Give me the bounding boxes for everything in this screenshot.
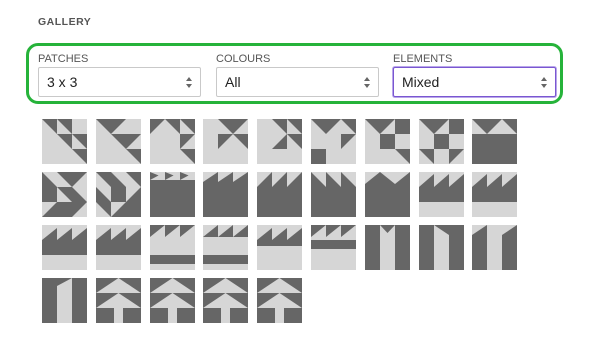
elements-filter: ELEMENTS Mixed	[393, 53, 556, 97]
gallery-thumbnail[interactable]	[203, 172, 249, 217]
gallery-thumbnail[interactable]	[257, 119, 303, 164]
gallery-thumbnail[interactable]	[311, 172, 356, 217]
gallery-thumbnail[interactable]	[257, 172, 303, 217]
select-arrows-icon	[364, 77, 370, 88]
gallery-thumbnail[interactable]	[149, 172, 195, 217]
colours-filter: COLOURS All	[216, 53, 379, 97]
gallery-thumbnail[interactable]	[257, 278, 303, 323]
gallery-thumbnail[interactable]	[472, 225, 518, 270]
gallery-thumbnail[interactable]	[257, 225, 303, 270]
gallery-thumbnail[interactable]	[418, 119, 464, 164]
gallery-thumbnail[interactable]	[149, 119, 195, 164]
gallery-thumbnail[interactable]	[364, 119, 410, 164]
colours-select[interactable]: All	[216, 67, 379, 97]
gallery-thumbnail[interactable]	[95, 225, 141, 270]
gallery-thumbnail[interactable]	[149, 278, 195, 323]
patches-filter: PATCHES 3 x 3	[38, 53, 201, 97]
patches-label: PATCHES	[38, 53, 89, 65]
gallery-thumbnail[interactable]	[42, 119, 87, 164]
gallery-thumbnail[interactable]	[203, 119, 249, 164]
colours-label: COLOURS	[216, 53, 271, 65]
gallery-thumbnail[interactable]	[95, 172, 141, 217]
gallery-thumbnail[interactable]	[364, 225, 410, 270]
elements-label: ELEMENTS	[393, 53, 453, 65]
gallery-title: GALLERY	[38, 16, 92, 28]
gallery-thumbnail[interactable]	[203, 278, 249, 323]
patches-value: 3 x 3	[47, 74, 78, 90]
patches-select[interactable]: 3 x 3	[38, 67, 201, 97]
gallery-thumbnail[interactable]	[203, 225, 249, 270]
gallery-thumbnail[interactable]	[472, 119, 518, 164]
gallery-thumbnail[interactable]	[472, 172, 518, 217]
gallery-thumbnail[interactable]	[42, 225, 87, 270]
select-arrows-icon	[541, 77, 547, 88]
colours-value: All	[225, 74, 241, 90]
gallery-thumbnail[interactable]	[311, 225, 356, 270]
gallery-thumbnail[interactable]	[42, 278, 87, 323]
gallery-thumbnail[interactable]	[418, 172, 464, 217]
elements-value: Mixed	[402, 74, 440, 90]
elements-select[interactable]: Mixed	[393, 67, 556, 97]
gallery-thumbnail[interactable]	[42, 172, 87, 217]
gallery-thumbnail[interactable]	[364, 172, 410, 217]
gallery-thumbnail[interactable]	[95, 119, 141, 164]
select-arrows-icon	[186, 77, 192, 88]
filter-panel: PATCHES 3 x 3 COLOURS All ELEMENTS Mixed	[26, 43, 563, 104]
gallery-thumbnail[interactable]	[149, 225, 195, 270]
gallery-thumbnail[interactable]	[95, 278, 141, 323]
gallery-thumbnail[interactable]	[418, 225, 464, 270]
gallery-thumbnail[interactable]	[311, 119, 356, 164]
